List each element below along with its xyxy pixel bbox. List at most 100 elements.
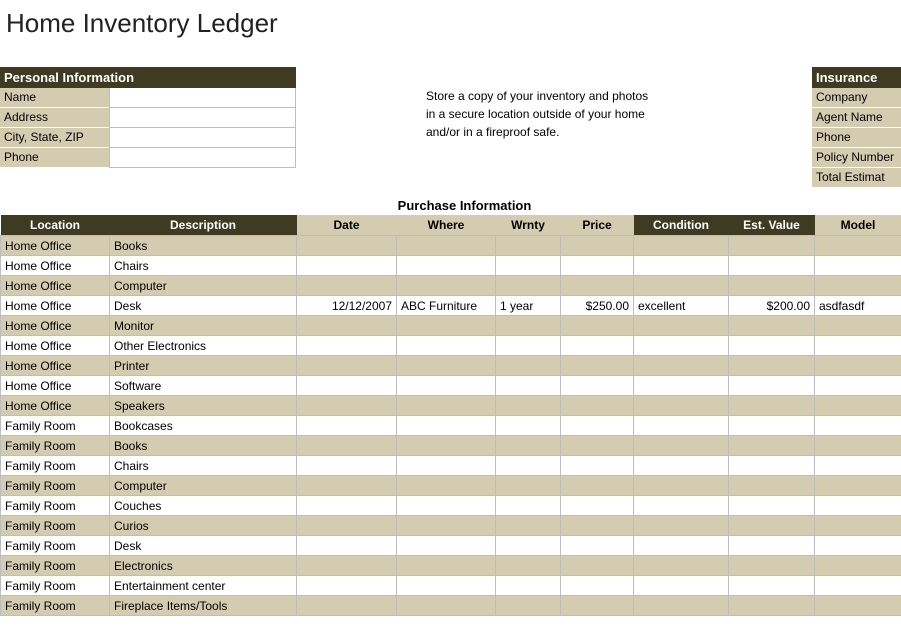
- cell-est[interactable]: [729, 416, 815, 436]
- cell-date[interactable]: [297, 576, 397, 596]
- cell-price[interactable]: [561, 376, 634, 396]
- cell-cond[interactable]: [634, 256, 729, 276]
- cell-wrnty[interactable]: [496, 516, 561, 536]
- cell-location[interactable]: Home Office: [1, 296, 110, 316]
- cell-model[interactable]: [815, 456, 901, 476]
- cell-date[interactable]: [297, 556, 397, 576]
- cell-date[interactable]: [297, 596, 397, 616]
- cell-location[interactable]: Family Room: [1, 536, 110, 556]
- cell-desc[interactable]: Speakers: [110, 396, 297, 416]
- cell-where[interactable]: [397, 256, 496, 276]
- cell-price[interactable]: [561, 536, 634, 556]
- input-name[interactable]: [109, 88, 296, 108]
- cell-date[interactable]: [297, 236, 397, 256]
- cell-price[interactable]: [561, 436, 634, 456]
- cell-price[interactable]: [561, 336, 634, 356]
- cell-where[interactable]: [397, 396, 496, 416]
- table-row[interactable]: Home OfficeSoftware: [1, 376, 901, 396]
- cell-location[interactable]: Family Room: [1, 436, 110, 456]
- cell-wrnty[interactable]: [496, 536, 561, 556]
- cell-model[interactable]: [815, 276, 901, 296]
- cell-est[interactable]: [729, 256, 815, 276]
- cell-wrnty[interactable]: [496, 556, 561, 576]
- cell-est[interactable]: [729, 436, 815, 456]
- cell-cond[interactable]: [634, 276, 729, 296]
- cell-price[interactable]: [561, 276, 634, 296]
- table-row[interactable]: Family RoomElectronics: [1, 556, 901, 576]
- cell-est[interactable]: [729, 276, 815, 296]
- cell-price[interactable]: [561, 256, 634, 276]
- cell-date[interactable]: [297, 376, 397, 396]
- cell-cond[interactable]: [634, 396, 729, 416]
- cell-location[interactable]: Family Room: [1, 496, 110, 516]
- cell-desc[interactable]: Fireplace Items/Tools: [110, 596, 297, 616]
- cell-desc[interactable]: Software: [110, 376, 297, 396]
- cell-model[interactable]: [815, 496, 901, 516]
- cell-location[interactable]: Home Office: [1, 376, 110, 396]
- cell-model[interactable]: [815, 416, 901, 436]
- cell-wrnty[interactable]: [496, 256, 561, 276]
- cell-where[interactable]: [397, 556, 496, 576]
- cell-desc[interactable]: Desk: [110, 296, 297, 316]
- cell-desc[interactable]: Chairs: [110, 256, 297, 276]
- cell-cond[interactable]: [634, 596, 729, 616]
- cell-model[interactable]: [815, 316, 901, 336]
- cell-date[interactable]: 12/12/2007: [297, 296, 397, 316]
- cell-est[interactable]: [729, 456, 815, 476]
- cell-where[interactable]: [397, 576, 496, 596]
- cell-desc[interactable]: Chairs: [110, 456, 297, 476]
- cell-location[interactable]: Home Office: [1, 396, 110, 416]
- cell-date[interactable]: [297, 356, 397, 376]
- cell-price[interactable]: [561, 576, 634, 596]
- cell-est[interactable]: [729, 316, 815, 336]
- cell-where[interactable]: ABC Furniture: [397, 296, 496, 316]
- cell-cond[interactable]: [634, 556, 729, 576]
- table-row[interactable]: Family RoomCurios: [1, 516, 901, 536]
- cell-est[interactable]: [729, 596, 815, 616]
- cell-cond[interactable]: [634, 356, 729, 376]
- cell-model[interactable]: [815, 476, 901, 496]
- cell-price[interactable]: [561, 516, 634, 536]
- cell-wrnty[interactable]: [496, 376, 561, 396]
- cell-price[interactable]: [561, 356, 634, 376]
- table-row[interactable]: Home OfficeChairs: [1, 256, 901, 276]
- cell-where[interactable]: [397, 416, 496, 436]
- cell-model[interactable]: [815, 436, 901, 456]
- cell-desc[interactable]: Entertainment center: [110, 576, 297, 596]
- cell-cond[interactable]: [634, 376, 729, 396]
- cell-cond[interactable]: [634, 336, 729, 356]
- cell-desc[interactable]: Electronics: [110, 556, 297, 576]
- table-row[interactable]: Home OfficeMonitor: [1, 316, 901, 336]
- cell-est[interactable]: [729, 376, 815, 396]
- cell-date[interactable]: [297, 336, 397, 356]
- cell-price[interactable]: [561, 596, 634, 616]
- cell-date[interactable]: [297, 276, 397, 296]
- cell-desc[interactable]: Desk: [110, 536, 297, 556]
- cell-location[interactable]: Home Office: [1, 276, 110, 296]
- table-row[interactable]: Home OfficeComputer: [1, 276, 901, 296]
- cell-cond[interactable]: [634, 436, 729, 456]
- cell-cond[interactable]: [634, 416, 729, 436]
- cell-desc[interactable]: Monitor: [110, 316, 297, 336]
- cell-where[interactable]: [397, 476, 496, 496]
- cell-desc[interactable]: Other Electronics: [110, 336, 297, 356]
- cell-date[interactable]: [297, 496, 397, 516]
- cell-wrnty[interactable]: [496, 396, 561, 416]
- cell-where[interactable]: [397, 436, 496, 456]
- cell-location[interactable]: Home Office: [1, 336, 110, 356]
- cell-est[interactable]: [729, 496, 815, 516]
- cell-wrnty[interactable]: [496, 476, 561, 496]
- cell-wrnty[interactable]: [496, 316, 561, 336]
- cell-est[interactable]: $200.00: [729, 296, 815, 316]
- cell-desc[interactable]: Bookcases: [110, 416, 297, 436]
- cell-date[interactable]: [297, 436, 397, 456]
- cell-wrnty[interactable]: [496, 596, 561, 616]
- cell-model[interactable]: [815, 396, 901, 416]
- cell-price[interactable]: [561, 456, 634, 476]
- cell-date[interactable]: [297, 396, 397, 416]
- cell-where[interactable]: [397, 276, 496, 296]
- cell-model[interactable]: [815, 596, 901, 616]
- cell-where[interactable]: [397, 596, 496, 616]
- cell-model[interactable]: [815, 576, 901, 596]
- cell-cond[interactable]: [634, 536, 729, 556]
